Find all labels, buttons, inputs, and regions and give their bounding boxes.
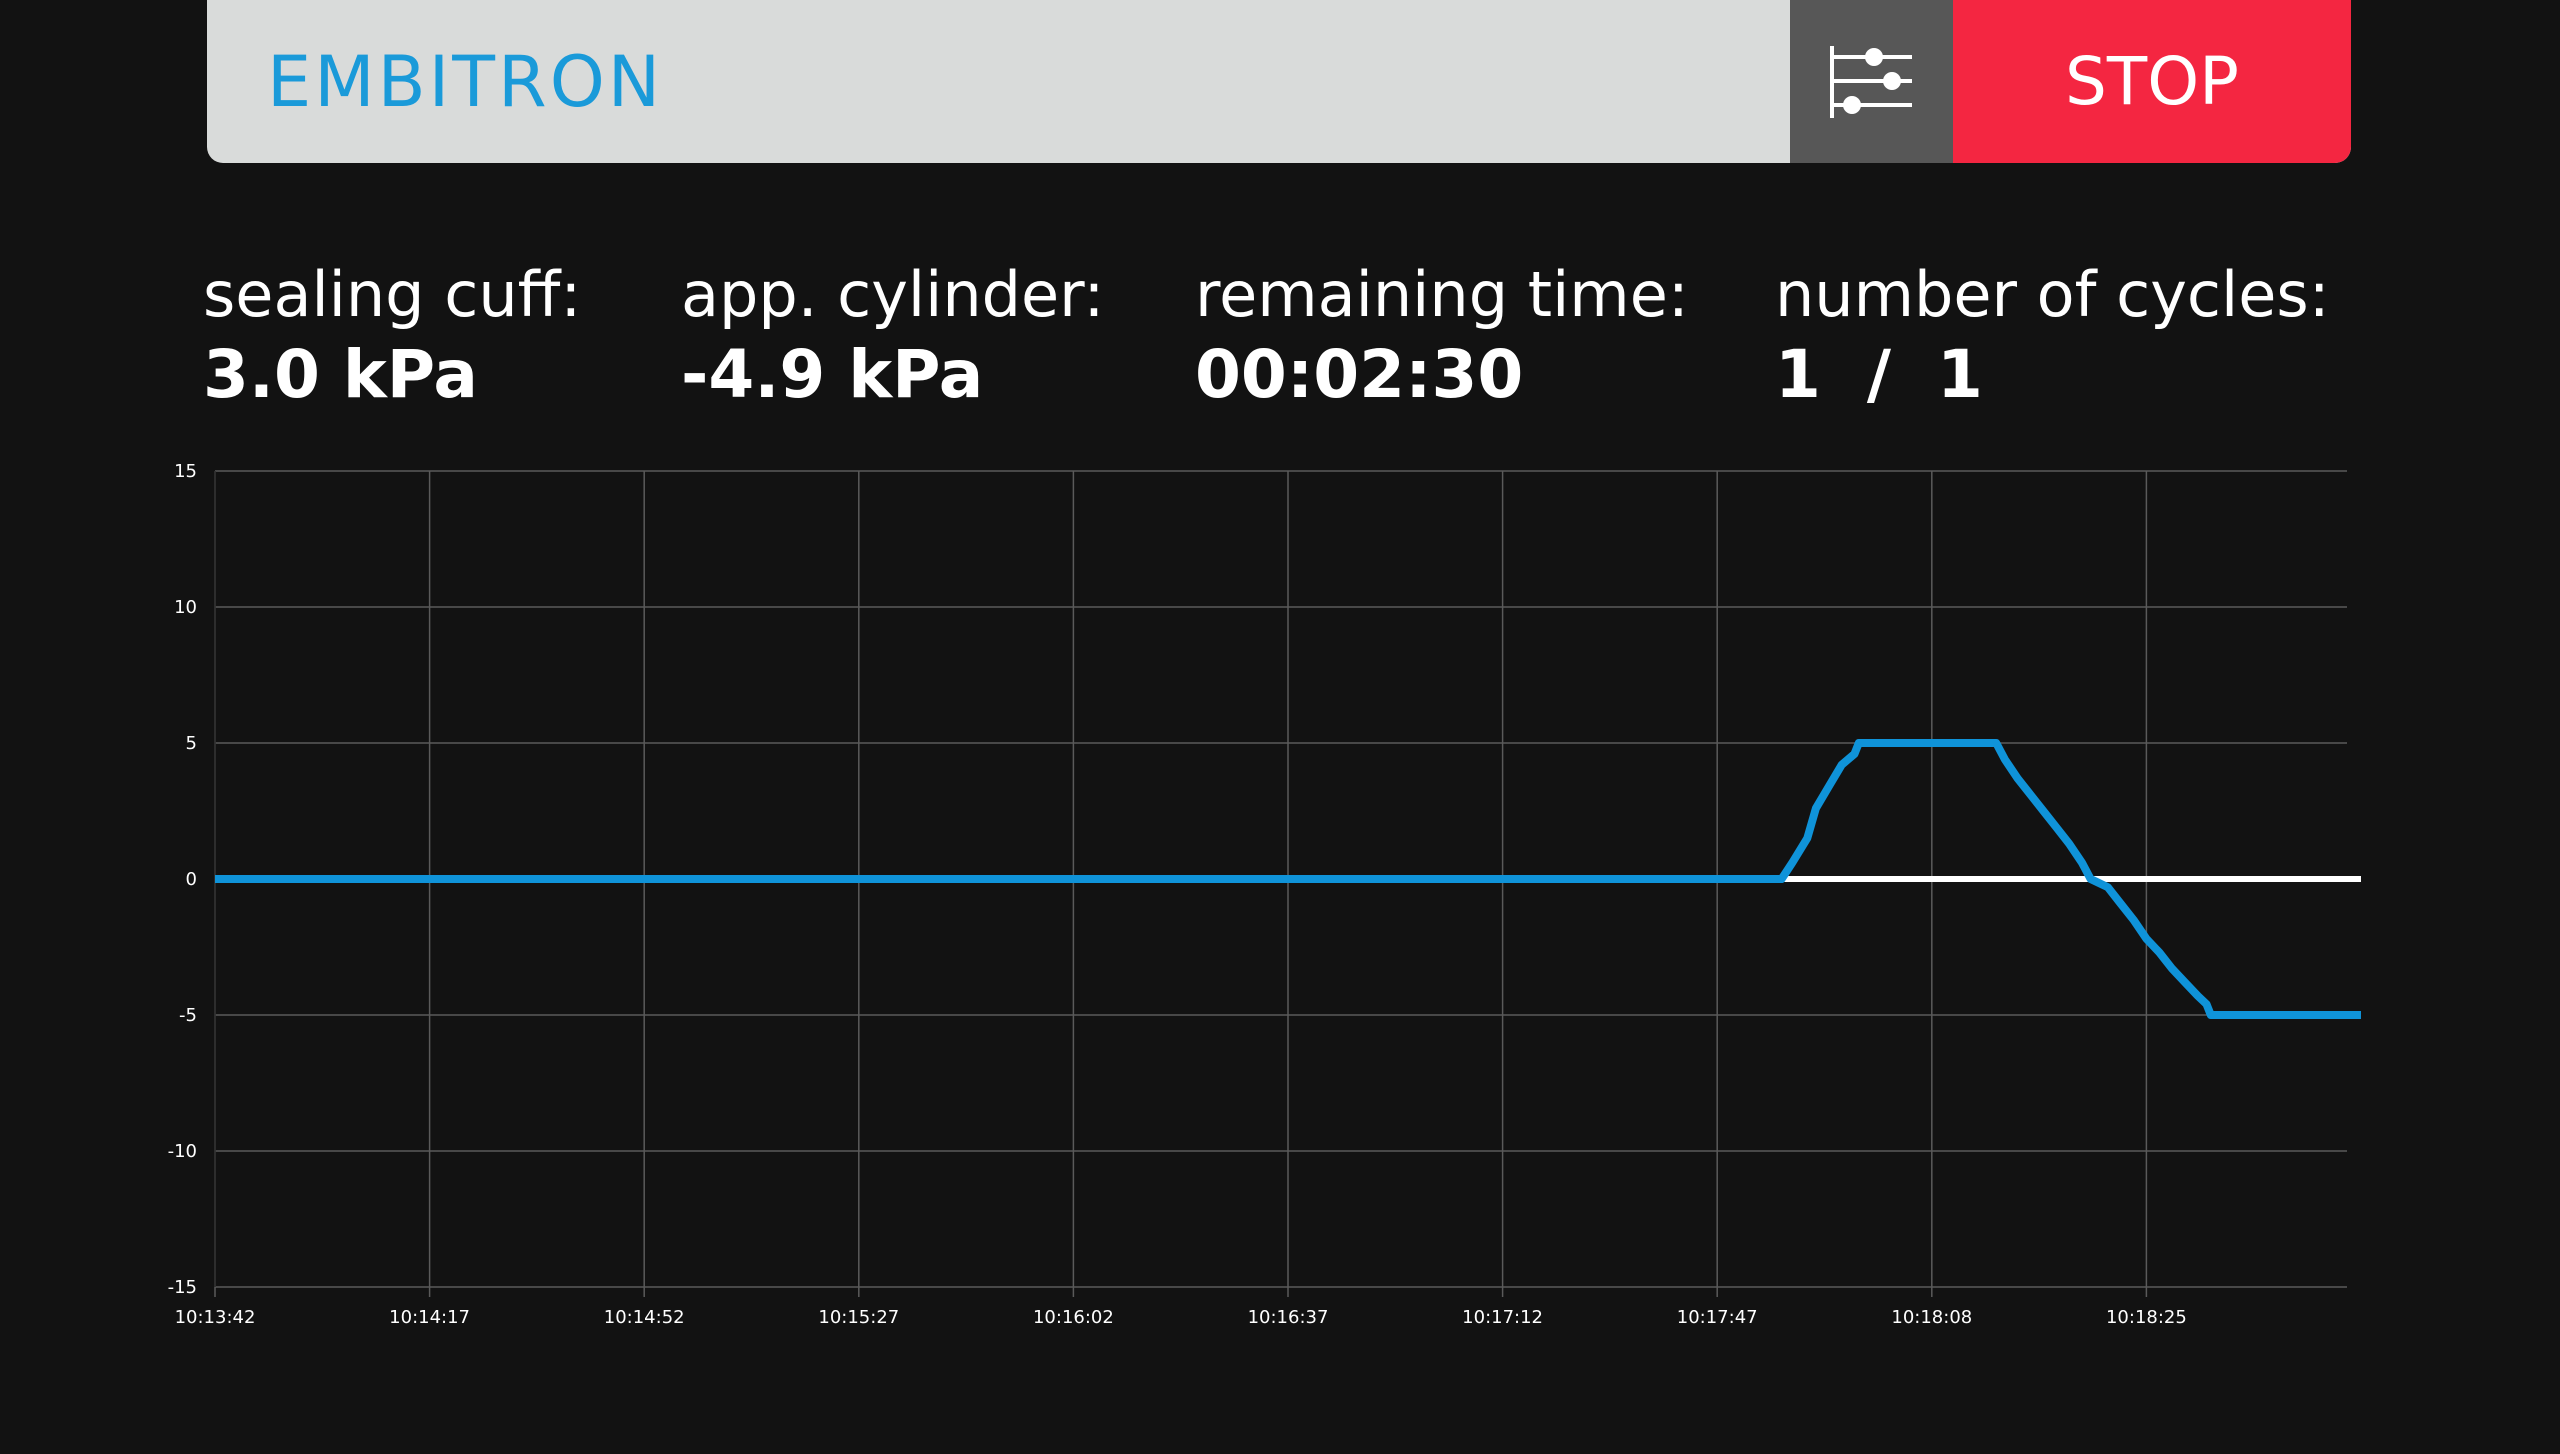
x-tick-label: 10:16:02 xyxy=(1033,1307,1114,1328)
remaining-time-stat: remaining time: 00:02:30 xyxy=(1195,255,1689,415)
app-cylinder-value: -4.9 kPa xyxy=(681,336,984,413)
remaining-time-value: 00:02:30 xyxy=(1195,336,1524,413)
pressure-chart: 15 10 5 0 -5 -10 -15 10:13:42 10:14:17 10:14:52 10… xyxy=(168,461,2361,1328)
y-tick-label: -10 xyxy=(168,1141,197,1162)
x-tick-label: 10:15:27 xyxy=(818,1307,899,1328)
stop-button[interactable]: STOP xyxy=(1953,0,2351,163)
x-tick-label: 10:18:25 xyxy=(2106,1307,2187,1328)
y-tick-label: -5 xyxy=(179,1005,197,1026)
sliders-icon xyxy=(1830,46,1912,118)
app-cylinder-stat: app. cylinder: -4.9 kPa xyxy=(681,255,1104,415)
settings-button[interactable] xyxy=(1790,0,1953,163)
x-tick-label: 10:13:42 xyxy=(175,1307,256,1328)
sealing-cuff-value: 3.0 kPa xyxy=(203,336,478,413)
x-tick-label: 10:14:52 xyxy=(604,1307,685,1328)
remaining-time-label: remaining time: xyxy=(1195,258,1689,331)
x-tick-label: 10:17:12 xyxy=(1462,1307,1543,1328)
app-cylinder-label: app. cylinder: xyxy=(681,258,1105,331)
top-bar: EMBITRON STOP xyxy=(207,0,2351,163)
cycles-stat: number of cycles: 1 / 1 xyxy=(1775,255,2330,415)
y-tick-label: 10 xyxy=(174,597,197,618)
y-tick-label: 5 xyxy=(186,733,197,754)
y-tick-label: -15 xyxy=(168,1277,197,1298)
cycles-value: 1 / 1 xyxy=(1775,336,1983,413)
sealing-cuff-label: sealing cuff: xyxy=(203,258,582,331)
x-tick-label: 10:14:17 xyxy=(389,1307,470,1328)
x-tick-label: 10:18:08 xyxy=(1891,1307,1972,1328)
x-tick-label: 10:17:47 xyxy=(1677,1307,1758,1328)
y-tick-label: 0 xyxy=(186,869,197,890)
y-tick-label: 15 xyxy=(174,461,197,482)
sealing-cuff-stat: sealing cuff: 3.0 kPa xyxy=(203,255,581,415)
x-tick-label: 10:16:37 xyxy=(1248,1307,1329,1328)
brand-logo: EMBITRON xyxy=(267,41,664,123)
cycles-label: number of cycles: xyxy=(1775,258,2330,331)
